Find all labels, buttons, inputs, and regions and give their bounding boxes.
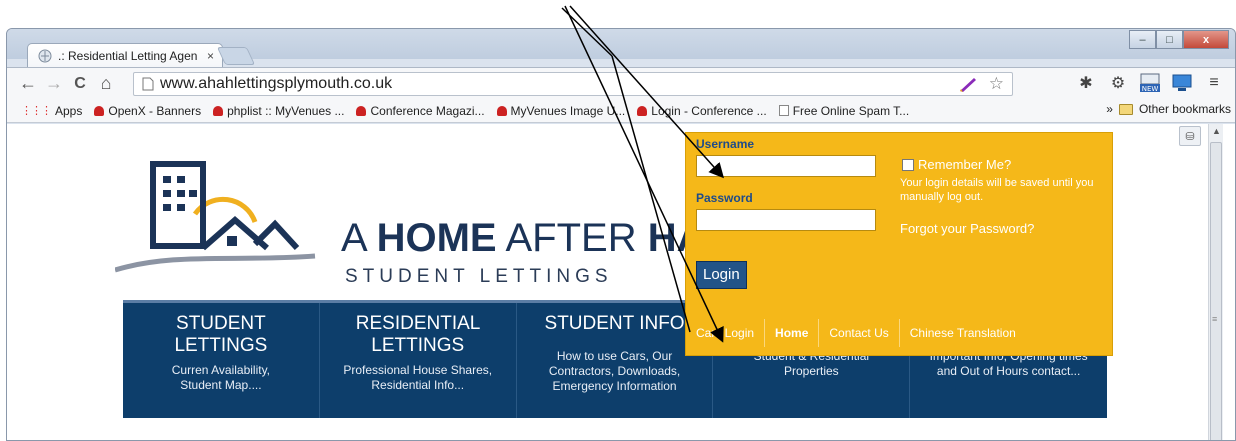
login-dropdown: Username Password Remember Me? Your logi… (685, 132, 1113, 356)
screenshot: .: Residential Letting Agen × – □ x ← → … (0, 0, 1236, 441)
page-icon (778, 105, 789, 116)
brand-name: A HOME AFTER HA (341, 216, 706, 260)
scroll-thumb[interactable] (1210, 142, 1222, 440)
bookmark-conference-magazine[interactable]: Conference Magazi... (350, 104, 490, 118)
bookmark-apps[interactable]: ⋮⋮⋮ Apps (15, 104, 88, 118)
minimize-button[interactable]: – (1129, 30, 1156, 49)
gear-extension-icon[interactable]: ⚙ (1107, 72, 1129, 94)
nav-residential-lettings[interactable]: RESIDENTIAL LETTINGS Professional House … (320, 303, 517, 418)
site-favicon-icon (213, 105, 224, 116)
scroll-up-icon[interactable]: ▲ (1212, 126, 1221, 136)
page-viewport: A HOME AFTER HA STUDENT LETTINGS STUDENT… (7, 124, 1235, 440)
nav-title: STUDENT LETTINGS (174, 313, 268, 356)
chinese-translation-link[interactable]: Chinese Translation (900, 319, 1026, 347)
site-favicon-icon (94, 105, 105, 116)
other-bookmarks-button[interactable]: Other bookmarks (1139, 102, 1231, 116)
page-icon (142, 77, 154, 91)
svg-text:NEW: NEW (1142, 85, 1159, 93)
vertical-scrollbar[interactable]: ▲ ≡ (1208, 124, 1223, 440)
login-links: Cars Login Home Contact Us Chinese Trans… (686, 319, 1026, 347)
window-controls: – □ x (1129, 30, 1229, 49)
extension-pen-icon[interactable] (958, 75, 978, 93)
home-link[interactable]: Home (765, 319, 820, 347)
browser-tab[interactable]: .: Residential Letting Agen × (27, 43, 223, 67)
nav-subtitle: Curren Availability, Student Map.... (171, 363, 271, 392)
contact-us-link[interactable]: Contact Us (819, 319, 900, 347)
login-button[interactable]: Login (696, 261, 747, 289)
title-bar: .: Residential Letting Agen × – □ x (7, 29, 1235, 67)
tab-close-icon[interactable]: × (207, 49, 214, 63)
bookmark-login-conference[interactable]: Login - Conference ... (631, 104, 772, 118)
nav-subtitle: How to use Cars, Our Contractors, Downlo… (548, 349, 681, 393)
password-input[interactable] (696, 209, 876, 231)
bookmark-phplist[interactable]: phplist :: MyVenues ... (207, 104, 350, 118)
screen-extension-icon[interactable] (1171, 72, 1193, 94)
address-bar[interactable]: www.ahahlettingsplymouth.co.uk ☆ (133, 72, 1013, 96)
nav-title: STUDENT INFO (544, 313, 685, 334)
bookmark-star-icon[interactable]: ☆ (989, 74, 1004, 94)
bookmarks-bar: ⋮⋮⋮ Apps OpenX - Banners phplist :: MyVen… (7, 99, 1235, 123)
reload-button[interactable]: C (67, 71, 93, 97)
bookmark-spam-test[interactable]: Free Online Spam T... (773, 104, 916, 118)
remember-note: Your login details will be saved until y… (900, 177, 1094, 203)
forgot-password-link[interactable]: Forgot your Password? (900, 221, 1034, 236)
folder-icon (1118, 103, 1133, 115)
nav-student-lettings[interactable]: STUDENT LETTINGS Curren Availability, St… (123, 303, 320, 418)
bookmarks-overflow-button[interactable]: » (1106, 102, 1113, 116)
apps-grid-icon: ⋮⋮⋮ (21, 105, 52, 117)
username-label: Username (696, 137, 755, 151)
menu-icon[interactable]: ≡ (1203, 72, 1225, 94)
extension-icons: ✱ ⚙ NEW ≡ (1075, 72, 1225, 94)
page-action-icon[interactable]: ⛁ (1179, 126, 1201, 146)
password-label: Password (696, 191, 753, 205)
site-favicon-icon (496, 105, 507, 116)
username-input[interactable] (696, 155, 876, 177)
sparkle-extension-icon[interactable]: ✱ (1075, 72, 1097, 94)
bookmarks-right: » Other bookmarks (1106, 102, 1231, 116)
back-button[interactable]: ← (15, 71, 41, 97)
site-favicon-icon (637, 105, 648, 116)
cars-login-link[interactable]: Cars Login (686, 319, 766, 347)
remember-me[interactable]: Remember Me? (902, 157, 1011, 172)
bookmark-myvenues-image[interactable]: MyVenues Image U... (491, 104, 632, 118)
browser-toolbar: ← → C ⌂ www.ahahlettingsplymouth.co.uk ☆… (7, 67, 1235, 99)
bookmark-openx[interactable]: OpenX - Banners (88, 104, 207, 118)
nav-subtitle: Professional House Shares, Residential I… (343, 363, 493, 392)
site-favicon-icon (38, 49, 52, 62)
nav-title: RESIDENTIAL LETTINGS (355, 313, 481, 356)
house-logo-icon (114, 161, 316, 273)
site-logo[interactable]: A HOME AFTER HA STUDENT LETTINGS (114, 152, 706, 287)
forward-button[interactable]: → (41, 71, 67, 97)
scroll-grip-icon: ≡ (1212, 314, 1218, 324)
remember-checkbox[interactable] (902, 158, 914, 171)
remember-label: Remember Me? (918, 157, 1012, 172)
home-button[interactable]: ⌂ (93, 71, 119, 97)
maximize-button[interactable]: □ (1156, 30, 1183, 49)
brand-tagline: STUDENT LETTINGS (345, 266, 613, 287)
url-text: www.ahahlettingsplymouth.co.uk (160, 75, 393, 92)
close-window-button[interactable]: x (1183, 30, 1229, 49)
site-favicon-icon (356, 105, 367, 116)
browser-window: .: Residential Letting Agen × – □ x ← → … (6, 28, 1236, 441)
nav-student-info[interactable]: STUDENT INFO How to use Cars, Our Contra… (517, 303, 714, 418)
tab-title: .: Residential Letting Agen (58, 48, 198, 63)
new-extension-icon[interactable]: NEW (1139, 72, 1161, 94)
